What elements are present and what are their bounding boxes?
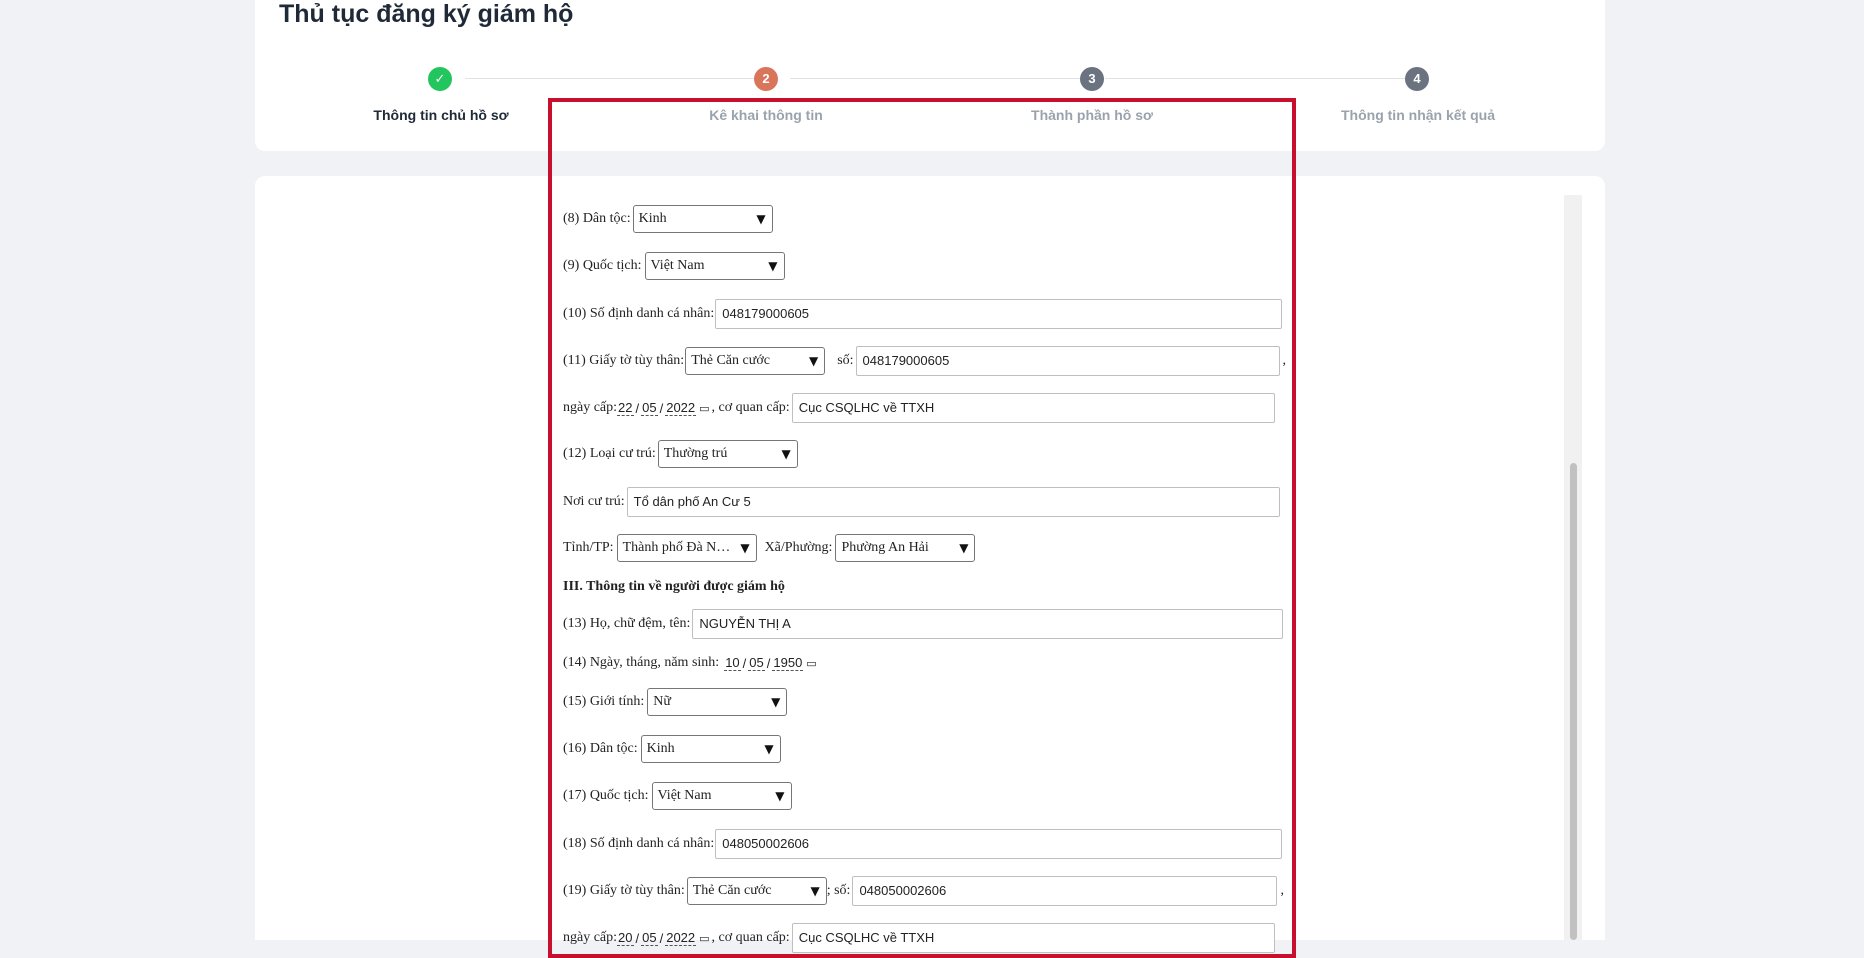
step-2-number[interactable]: 2: [754, 67, 778, 91]
step-connector: [790, 78, 1080, 79]
highlight-box: [548, 98, 1296, 958]
step-4-label[interactable]: Thông tin nhận kết quả: [1341, 107, 1495, 123]
step-1-label[interactable]: Thông tin chủ hồ sơ: [373, 107, 508, 123]
step-connector: [1105, 78, 1405, 79]
page-title: Thủ tục đăng ký giám hộ: [279, 0, 574, 28]
step-1-check-icon[interactable]: ✓: [428, 67, 452, 91]
step-4-number[interactable]: 4: [1405, 67, 1429, 91]
scrollbar-thumb[interactable]: [1570, 463, 1577, 940]
step-connector: [465, 78, 765, 79]
step-3-number[interactable]: 3: [1080, 67, 1104, 91]
